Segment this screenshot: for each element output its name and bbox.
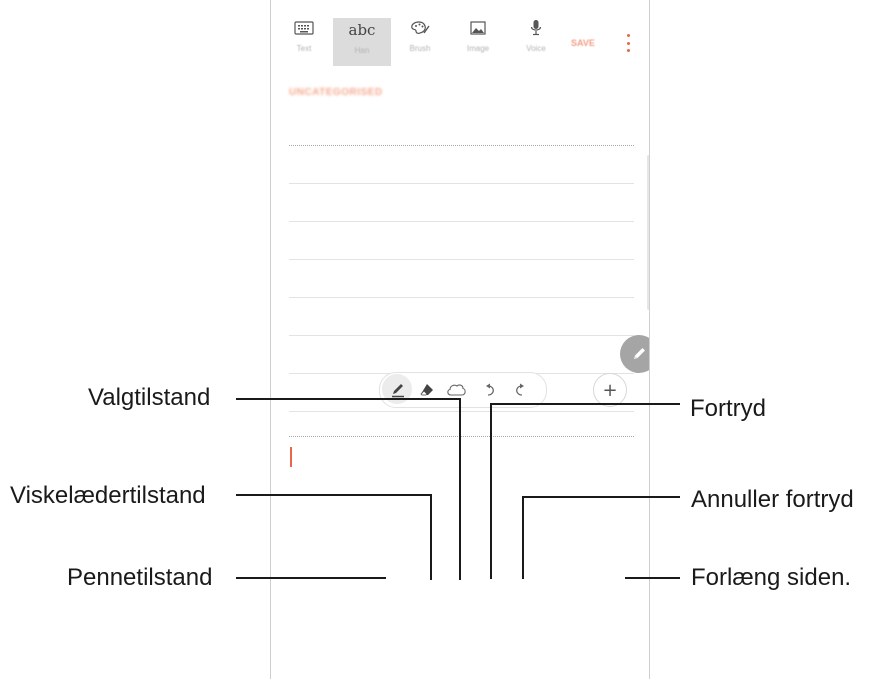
brush-mode-button[interactable]: Brush xyxy=(391,16,449,64)
tool-label: Image xyxy=(466,44,490,53)
selection-mode-button[interactable] xyxy=(443,373,471,407)
tool-label: Han xyxy=(354,46,370,55)
palette-icon xyxy=(410,16,430,40)
leader-line xyxy=(490,403,680,405)
callout-extend-page: Forlæng siden. xyxy=(691,564,852,591)
redo-icon xyxy=(516,383,524,396)
microphone-icon xyxy=(530,16,542,40)
more-vertical-icon[interactable] xyxy=(625,34,631,52)
callout-redo: Annuller fortryd xyxy=(691,486,854,513)
pen-floating-button[interactable] xyxy=(620,335,649,373)
ruled-line xyxy=(289,183,634,184)
pencil-icon xyxy=(634,348,645,359)
text-mode-button[interactable]: Text xyxy=(275,16,333,64)
undo-icon xyxy=(486,383,494,396)
divider xyxy=(289,145,634,146)
callout-pen-mode: Pennetilstand xyxy=(67,564,213,591)
redo-button[interactable] xyxy=(506,373,534,407)
image-icon xyxy=(470,16,486,40)
leader-line xyxy=(522,496,680,498)
leader-line xyxy=(625,577,680,579)
text-cursor xyxy=(290,447,292,467)
keyboard-icon xyxy=(294,16,314,40)
ruled-line xyxy=(289,335,634,336)
category-label[interactable]: UNCATEGORISED xyxy=(289,87,383,98)
leader-line xyxy=(236,577,386,579)
abc-handwriting-icon: abc xyxy=(348,21,376,39)
plus-icon: + xyxy=(602,379,618,401)
tool-label: Brush xyxy=(409,44,431,53)
add-page-button[interactable]: + xyxy=(593,373,627,407)
pen-mode-button[interactable] xyxy=(382,373,412,407)
pen-icon xyxy=(392,384,404,398)
editor-toolbar: Text abc Han Brush Image Voice SAVE xyxy=(271,6,649,66)
ruled-line xyxy=(289,297,634,298)
tool-label: Text xyxy=(296,44,312,53)
eraser-icon xyxy=(420,384,433,396)
leader-line xyxy=(236,398,461,400)
callout-undo: Fortryd xyxy=(690,395,767,422)
handwriting-mode-button[interactable]: abc Han xyxy=(333,18,391,66)
ruled-line xyxy=(289,221,634,222)
leader-line xyxy=(459,398,461,580)
tool-label: Voice xyxy=(526,44,546,53)
save-button[interactable]: SAVE xyxy=(571,38,595,48)
callout-eraser-mode: Viskelædertilstand xyxy=(10,482,206,509)
ruled-line xyxy=(289,259,634,260)
leader-line xyxy=(236,494,432,496)
leader-line xyxy=(430,494,432,580)
image-button[interactable]: Image xyxy=(449,16,507,64)
callout-selection-mode: Valgtilstand xyxy=(88,384,211,411)
scroll-indicator[interactable] xyxy=(647,155,649,310)
leader-line xyxy=(490,403,492,579)
leader-line xyxy=(522,496,524,579)
eraser-mode-button[interactable] xyxy=(413,373,441,407)
lasso-select-icon xyxy=(447,384,466,396)
ruled-line xyxy=(289,411,634,412)
divider xyxy=(289,436,634,437)
voice-button[interactable]: Voice xyxy=(507,16,565,64)
undo-button[interactable] xyxy=(476,373,504,407)
